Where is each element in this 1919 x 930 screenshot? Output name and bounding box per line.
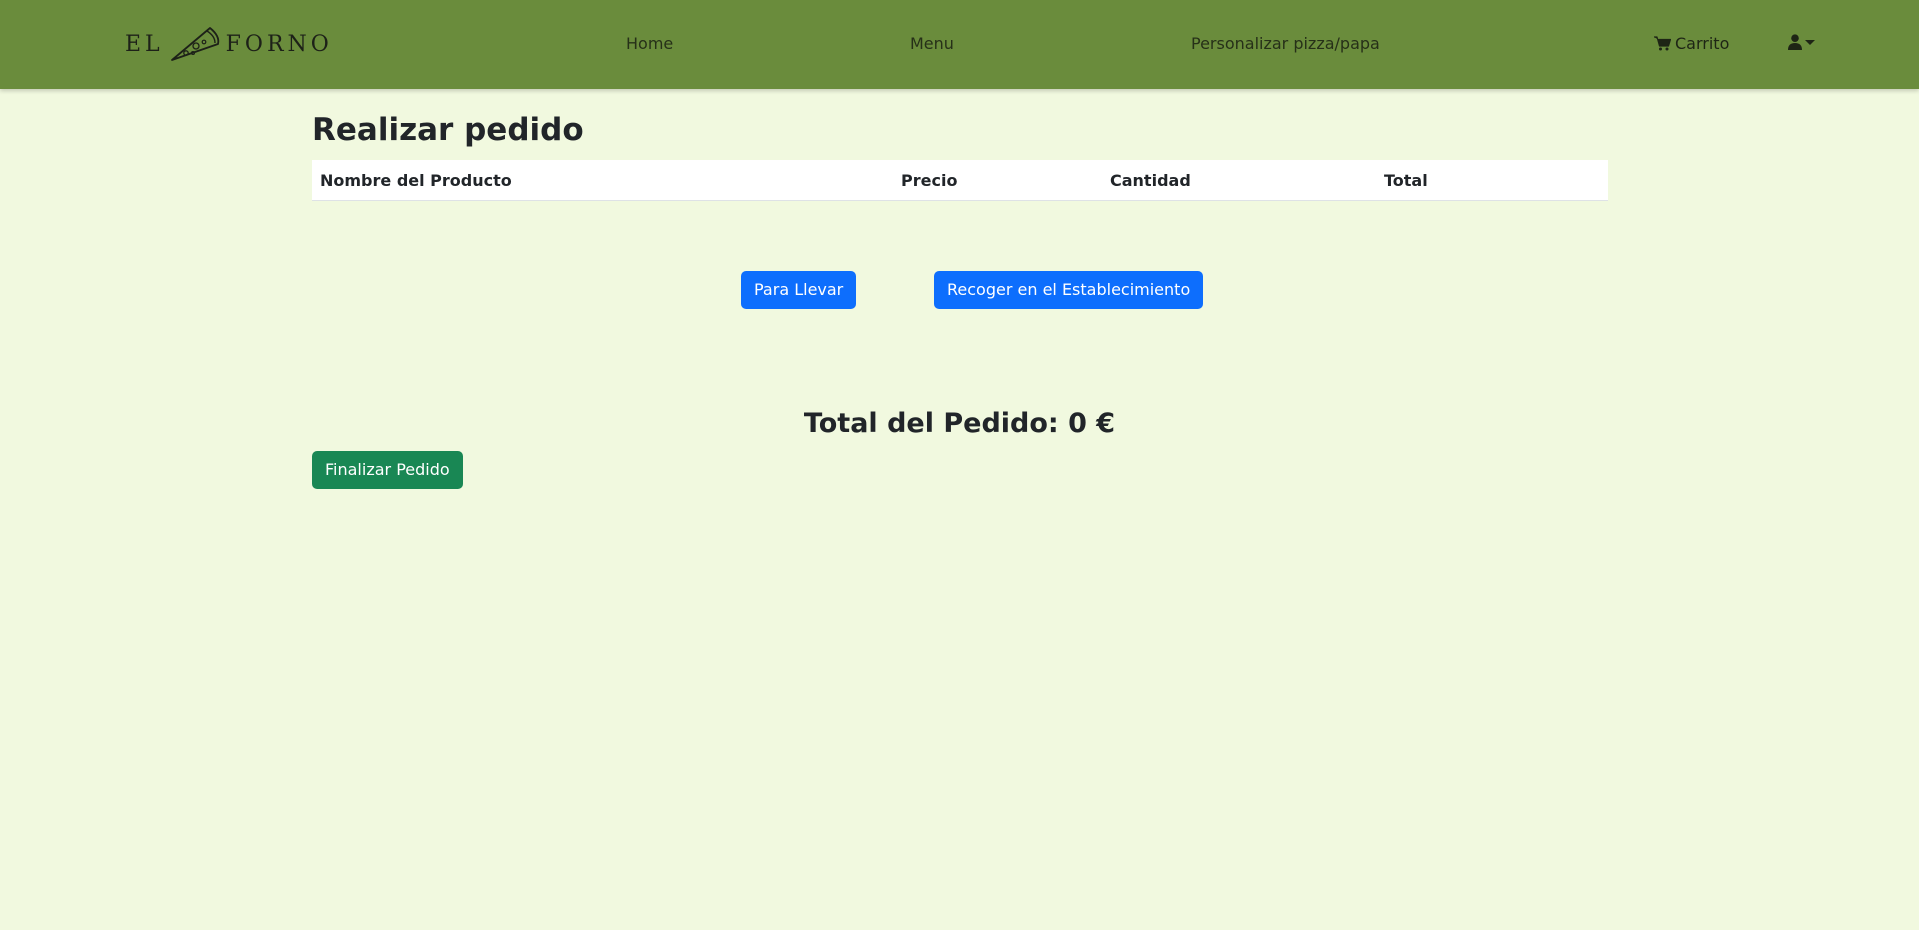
nav-home-link[interactable]: Home — [626, 34, 673, 53]
column-header-quantity: Cantidad — [1102, 160, 1376, 201]
cart-icon — [1654, 36, 1671, 51]
nav-customize-link[interactable]: Personalizar pizza/papa — [1191, 34, 1380, 53]
page-title: Realizar pedido — [312, 112, 584, 148]
column-header-price: Precio — [893, 160, 1102, 201]
pickup-in-store-button[interactable]: Recoger en el Establecimiento — [934, 271, 1204, 309]
nav-menu-link[interactable]: Menu — [910, 34, 954, 53]
order-table: Nombre del Producto Precio Cantidad Tota… — [312, 160, 1608, 201]
take-away-button[interactable]: Para Llevar — [741, 271, 857, 309]
table-header-row: Nombre del Producto Precio Cantidad Tota… — [312, 160, 1608, 201]
pizza-slice-icon — [170, 27, 219, 61]
brand-name-right: FORNO — [225, 31, 333, 57]
nav-cart-link[interactable]: Carrito — [1654, 34, 1729, 53]
finalize-order-button[interactable]: Finalizar Pedido — [312, 451, 463, 489]
column-header-product-name: Nombre del Producto — [312, 160, 893, 201]
column-header-total: Total — [1376, 160, 1608, 201]
brand-name-left: EL — [125, 31, 164, 57]
navbar: EL FORNO Home Menu Personalizar pizza/pa… — [0, 0, 1919, 89]
cart-label: Carrito — [1675, 34, 1730, 53]
user-menu-toggle[interactable] — [1788, 34, 1815, 50]
order-total: Total del Pedido: 0 € — [803, 408, 1116, 439]
chevron-down-icon — [1805, 39, 1815, 45]
brand-logo[interactable]: EL FORNO — [125, 22, 333, 66]
user-icon — [1788, 34, 1802, 50]
